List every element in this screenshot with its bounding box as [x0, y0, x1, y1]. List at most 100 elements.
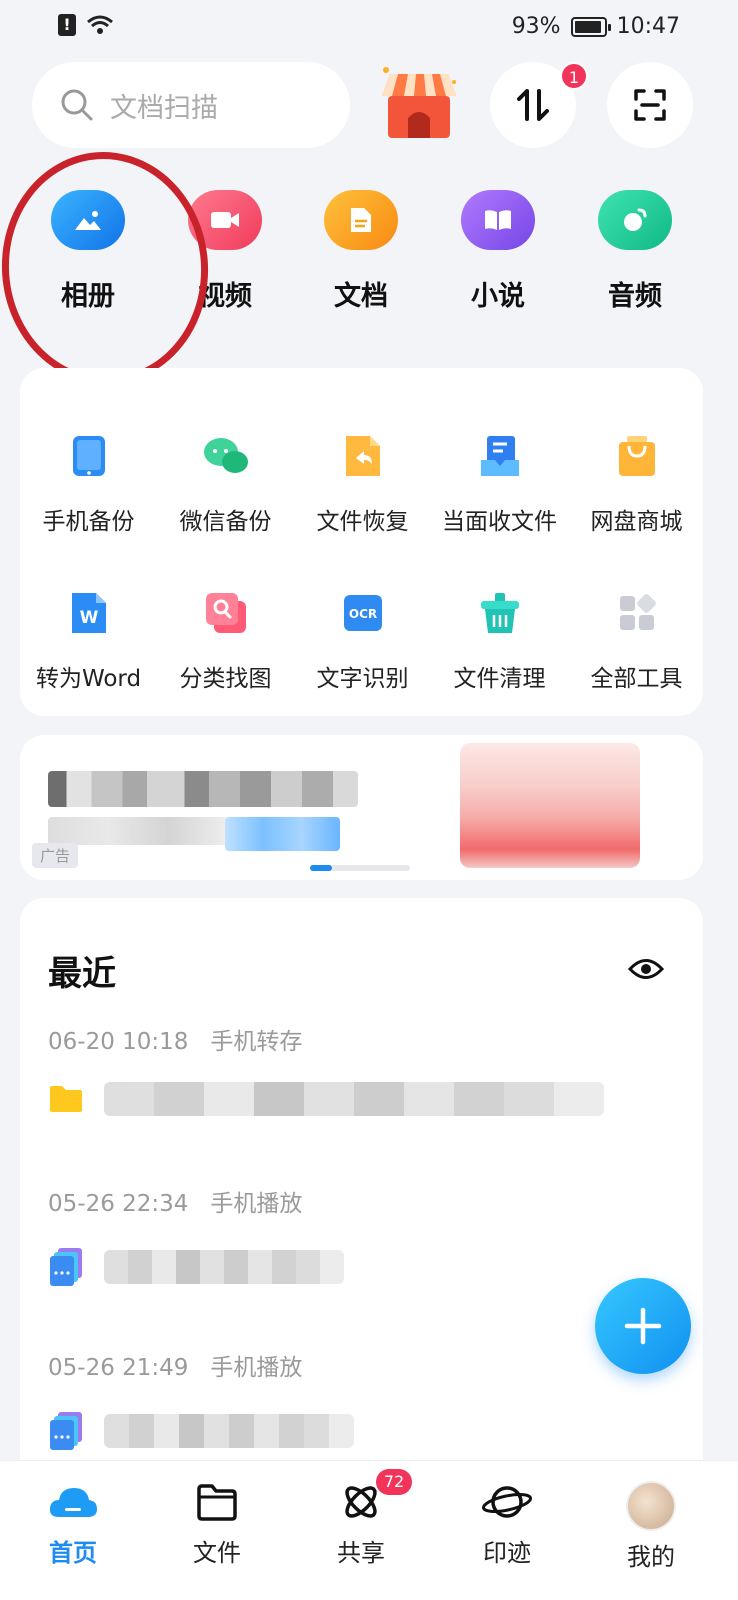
ad-image — [460, 743, 640, 868]
recent-group-header: 05-26 22:34 手机播放 — [48, 1184, 302, 1218]
shop-bag-icon — [607, 426, 667, 486]
quick-document[interactable]: 文档 — [311, 190, 411, 313]
file-clean-icon — [470, 583, 530, 643]
recent-title: 最近 — [48, 954, 116, 994]
recent-group-header: 05-26 21:49 手机播放 — [48, 1348, 302, 1382]
eye-icon[interactable] — [628, 956, 664, 982]
store-button[interactable] — [378, 66, 460, 142]
add-button[interactable] — [595, 1278, 691, 1374]
home-cloud-icon — [49, 1488, 97, 1517]
carousel-indicator — [310, 865, 410, 871]
all-tools-icon — [607, 583, 667, 643]
folder-icon — [50, 1086, 82, 1112]
nav-home[interactable]: 首页 — [18, 1481, 128, 1568]
alert-icon: ! — [58, 14, 76, 36]
document-icon — [324, 190, 398, 250]
tool-phone-backup[interactable]: 手机备份 — [20, 426, 157, 536]
recent-source: 手机播放 — [210, 1191, 303, 1217]
tool-file-restore[interactable]: 文件恢复 — [294, 426, 431, 536]
tool-label: 当面收文件 — [442, 509, 557, 535]
search-placeholder: 文档扫描 — [110, 92, 218, 124]
transfer-arrows-icon — [517, 89, 549, 121]
tool-ocr[interactable]: OCR 文字识别 — [294, 583, 431, 693]
ad-tag: 广告 — [32, 843, 79, 868]
svg-text:W: W — [79, 608, 98, 628]
nav-label: 首页 — [49, 1539, 97, 1567]
tool-all-tools[interactable]: 全部工具 — [568, 583, 705, 693]
quick-label: 小说 — [471, 281, 525, 312]
avatar — [626, 1481, 676, 1531]
wifi-icon — [87, 15, 113, 34]
tool-label: 文件恢复 — [316, 509, 409, 535]
book-icon — [461, 190, 535, 250]
nav-label: 文件 — [193, 1539, 241, 1567]
svg-text:OCR: OCR — [348, 607, 376, 621]
transfer-badge: 1 — [560, 62, 588, 90]
tool-wechat-backup[interactable]: 微信备份 — [157, 426, 294, 536]
folder-icon — [197, 1484, 237, 1521]
quick-label: 文档 — [334, 281, 388, 312]
wechat-backup-icon — [196, 426, 256, 486]
share-badge: 72 — [376, 1469, 412, 1495]
multi-file-icon — [50, 1248, 82, 1286]
nav-files[interactable]: 文件 — [162, 1481, 272, 1568]
nav-label: 共享 — [337, 1539, 385, 1567]
store-icon — [382, 67, 456, 138]
clock: 10:47 — [616, 14, 680, 39]
recent-source: 手机播放 — [210, 1355, 303, 1381]
tool-shop[interactable]: 网盘商城 — [568, 426, 705, 536]
nav-label: 印迹 — [483, 1539, 531, 1567]
tool-label: 微信备份 — [179, 509, 272, 535]
scan-icon — [634, 89, 666, 121]
scan-button[interactable] — [607, 62, 693, 148]
music-icon — [598, 190, 672, 250]
tools-card: 手机备份 微信备份 文件恢复 当面收文件 网盘商城 W 转为Word 分类找图 … — [20, 368, 703, 716]
status-bar: ! 93% 10:47 — [0, 0, 738, 56]
recent-card: 最近 06-20 10:18 手机转存 05-26 22:34 手机播放 05-… — [20, 898, 703, 1498]
tool-label: 网盘商城 — [590, 509, 683, 535]
planet-icon — [481, 1486, 533, 1518]
quick-label: 音频 — [608, 281, 662, 312]
bottom-nav: 首页 文件 共享 72 印迹 我的 — [0, 1460, 738, 1600]
quick-audio[interactable]: 音频 — [585, 190, 685, 313]
tool-image-search[interactable]: 分类找图 — [157, 583, 294, 693]
recent-item[interactable] — [48, 1410, 354, 1452]
ocr-icon: OCR — [333, 583, 393, 643]
recent-item[interactable] — [48, 1082, 604, 1116]
phone-backup-icon — [59, 426, 119, 486]
search-bar[interactable]: 文档扫描 — [32, 62, 350, 148]
quick-novel[interactable]: 小说 — [448, 190, 548, 313]
tool-label: 手机备份 — [42, 509, 135, 535]
tool-receive-file[interactable]: 当面收文件 — [431, 426, 568, 536]
word-convert-icon: W — [59, 583, 119, 643]
recent-time: 05-26 21:49 — [48, 1355, 189, 1381]
tool-file-clean[interactable]: 文件清理 — [431, 583, 568, 693]
nav-trace[interactable]: 印迹 — [452, 1481, 562, 1568]
receive-file-icon — [470, 426, 530, 486]
recent-item[interactable] — [48, 1246, 344, 1288]
recent-source: 手机转存 — [210, 1029, 303, 1055]
recent-item-name-redacted — [104, 1082, 604, 1116]
multi-file-icon — [50, 1412, 82, 1450]
tool-to-word[interactable]: W 转为Word — [20, 583, 157, 693]
battery-percent: 93% — [511, 14, 561, 39]
recent-time: 06-20 10:18 — [48, 1029, 189, 1055]
ad-banner[interactable]: 广告 — [20, 735, 703, 880]
plus-icon — [624, 1307, 662, 1345]
image-search-icon — [196, 583, 256, 643]
tool-label: 文字识别 — [316, 666, 409, 692]
nav-me[interactable]: 我的 — [596, 1481, 706, 1572]
recent-item-name-redacted — [104, 1414, 354, 1448]
tool-label: 文件清理 — [453, 666, 546, 692]
nav-label: 我的 — [627, 1543, 675, 1571]
tool-label: 转为Word — [35, 666, 142, 692]
tool-label: 全部工具 — [590, 666, 683, 692]
battery-icon — [570, 16, 611, 37]
annotation-circle — [0, 145, 216, 391]
recent-time: 05-26 22:34 — [48, 1191, 189, 1217]
tool-label: 分类找图 — [179, 666, 272, 692]
recent-item-name-redacted — [104, 1250, 344, 1284]
recent-group-header: 06-20 10:18 手机转存 — [48, 1022, 302, 1056]
search-icon — [61, 89, 93, 121]
file-restore-icon — [333, 426, 393, 486]
